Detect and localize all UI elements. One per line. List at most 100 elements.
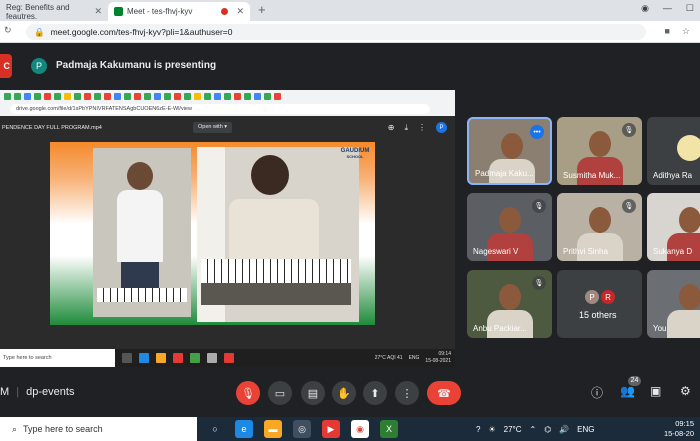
minimize-icon[interactable]: —: [663, 3, 672, 14]
file-explorer-icon[interactable]: ▬: [264, 420, 282, 438]
others-avatars: PR: [585, 290, 615, 304]
excel-icon[interactable]: X: [380, 420, 398, 438]
chrome-icon[interactable]: ◉: [351, 420, 369, 438]
presenting-status: Padmaja Kakumanu is presenting: [56, 60, 217, 71]
url-field[interactable]: 🔒 meet.google.com/tes-fhvj-kyv?pli=1&aut…: [26, 24, 646, 40]
chevron-up-icon[interactable]: ⌃: [530, 425, 537, 434]
mic-off-icon: 🎙: [622, 123, 636, 137]
shared-taskbar-search: Type here to search: [0, 349, 115, 367]
bookmark-icon: [164, 93, 171, 100]
window-controls: ◉ — ☐: [641, 3, 694, 14]
language[interactable]: ENG: [577, 425, 594, 434]
participant-face: [679, 207, 700, 233]
shared-taskbar-icons: [122, 353, 234, 363]
taskbar-app-icon: [190, 353, 200, 363]
address-bar-row: ↻ 🔒 meet.google.com/tes-fhvj-kyv?pli=1&a…: [0, 21, 700, 43]
participant-tile[interactable]: You: [647, 270, 700, 338]
chat-icon[interactable]: ▣: [650, 384, 661, 398]
bookmark-icon: [254, 93, 261, 100]
activities-icon[interactable]: ⚙: [680, 384, 691, 398]
meeting-name: dp-events: [26, 386, 75, 398]
participant-tile[interactable]: P R 15 others: [557, 270, 642, 338]
participant-tile[interactable]: Anbu Packiar... 🎙: [467, 270, 552, 338]
camera-icon[interactable]: ■: [664, 26, 669, 37]
volume-icon[interactable]: 🔊: [559, 425, 569, 434]
participant-name: Sukanya D: [653, 247, 693, 256]
others-avatar: P: [585, 290, 599, 304]
mic-toggle-button[interactable]: 🎙: [236, 381, 260, 405]
bookmark-icon: [14, 93, 21, 100]
people-icon[interactable]: 👥: [620, 384, 635, 398]
participant-face: [589, 131, 611, 157]
meeting-details[interactable]: M | dp-events: [0, 386, 74, 398]
more-options-button[interactable]: ⋮: [395, 381, 419, 405]
edge-icon[interactable]: e: [235, 420, 253, 438]
taskbar-app-icon: [156, 353, 166, 363]
recording-badge: C: [0, 54, 12, 78]
participant-tile[interactable]: Sukanya D: [647, 193, 700, 261]
participant-face: [501, 133, 523, 159]
profile-icon[interactable]: ◉: [641, 3, 649, 14]
network-icon[interactable]: ⌬: [544, 425, 551, 434]
more-options-icon[interactable]: •••: [530, 125, 544, 139]
meeting-prefix: M: [0, 386, 10, 398]
present-button[interactable]: ⬆: [363, 381, 387, 405]
present-icon: ⬆: [370, 387, 380, 400]
lock-icon: 🔒: [34, 26, 45, 37]
add-to-drive-icon: ⊕: [387, 123, 395, 132]
reload-icon[interactable]: ↻: [4, 25, 12, 36]
participant-name: Anbu Packiar...: [473, 324, 527, 333]
tab-meet[interactable]: Meet - tes-fhvj-kyv ✕: [108, 2, 250, 21]
child-head: [127, 162, 153, 190]
recording-dot-icon: [221, 8, 229, 15]
maximize-icon[interactable]: ☐: [686, 3, 694, 14]
bookmark-icon: [134, 93, 141, 100]
bookmark-icon: [104, 93, 111, 100]
participant-tile[interactable]: Nageswari V 🎙: [467, 193, 552, 261]
browser-tab-strip: Reg: Benefits and feautres. ✕ Meet - tes…: [0, 0, 700, 21]
participant-tile[interactable]: Susmitha Muk... 🎙: [557, 117, 642, 185]
file-name: PENDENCE DAY FULL PROGRAM.mp4: [2, 125, 102, 131]
viewer-avatar: P: [436, 122, 447, 133]
close-tab-icon[interactable]: ✕: [236, 6, 244, 17]
task-view-icon[interactable]: ○: [206, 420, 224, 438]
temperature: 27°C: [503, 424, 522, 434]
video-app-icon[interactable]: ▶: [322, 420, 340, 438]
taskbar-app-icon: [224, 353, 234, 363]
bookmark-icon: [244, 93, 251, 100]
help-icon[interactable]: ?: [476, 425, 480, 434]
mic-off-icon: 🎙: [532, 276, 546, 290]
drive-video-viewer: PENDENCE DAY FULL PROGRAM.mp4 Open with …: [0, 116, 455, 360]
bookmark-icon: [54, 93, 61, 100]
clock-time: 09:15: [675, 419, 694, 428]
camera-toggle-button[interactable]: ▭: [268, 381, 292, 405]
participant-name: Nageswari V: [473, 247, 519, 256]
tab-title: Meet - tes-fhvj-kyv: [127, 7, 193, 16]
close-tab-icon[interactable]: ✕: [94, 6, 102, 17]
weather-icon: ☀: [488, 424, 496, 434]
taskbar-clock[interactable]: 09:15 15-08-20: [664, 419, 694, 439]
tab-reg-benefits[interactable]: Reg: Benefits and feautres. ✕: [0, 2, 108, 21]
participant-tile[interactable]: Adithya Ra: [647, 117, 700, 185]
end-call-button[interactable]: ☎: [427, 381, 461, 405]
participant-tile[interactable]: Padmaja Kaku... •••: [467, 117, 552, 185]
bookmark-icon: [274, 93, 281, 100]
participant-tile[interactable]: Prithvi Sinha 🎙: [557, 193, 642, 261]
raise-hand-button[interactable]: ✋: [332, 381, 356, 405]
star-icon[interactable]: ☆: [682, 26, 690, 37]
search-icon: ⌕: [12, 423, 18, 434]
shared-time: 09:14: [438, 351, 451, 357]
captions-button[interactable]: ▤: [301, 381, 325, 405]
new-tab-button[interactable]: +: [258, 2, 266, 17]
shared-lang: ENG: [408, 355, 420, 361]
child-head: [251, 155, 289, 195]
info-icon[interactable]: ⓘ: [591, 384, 603, 401]
chrome-icon[interactable]: ◎: [293, 420, 311, 438]
phone-hangup-icon: ☎: [437, 387, 451, 400]
participant-name: Susmitha Muk...: [563, 171, 621, 180]
taskbar-search[interactable]: ⌕ Type here to search: [0, 417, 197, 441]
others-avatar: R: [601, 290, 615, 304]
participant-name: 15 others: [579, 310, 617, 320]
bookmark-icon: [144, 93, 151, 100]
taskbar-search-text: Type here to search: [23, 424, 103, 434]
